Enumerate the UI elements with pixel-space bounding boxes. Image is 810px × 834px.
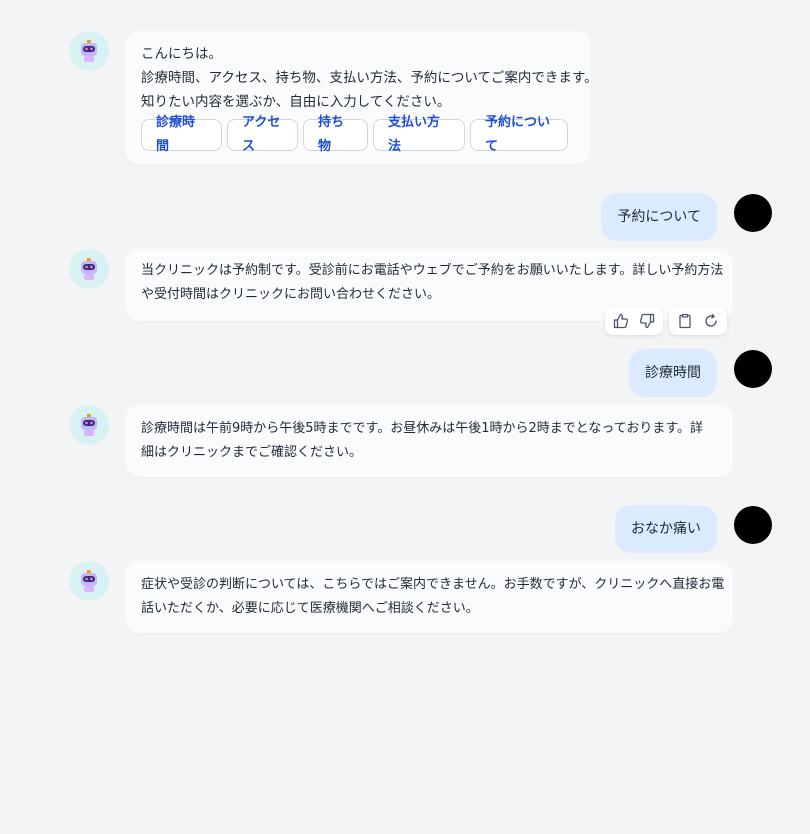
user-message: 診療時間: [629, 349, 717, 397]
message-line: こんにちは。: [141, 46, 222, 62]
user-avatar: [734, 194, 772, 232]
user-avatar: [734, 506, 772, 544]
quick-reply-payment[interactable]: 支払い方法: [373, 115, 465, 154]
bot-message: 診療時間は午前9時から午後5時までです。お昼休みは午後1時から2時までとなってお…: [125, 405, 733, 477]
thumbs-up-icon[interactable]: [611, 311, 631, 331]
message-line: 診療時間、アクセス、持ち物、支払い方法、予約についてご案内できます。: [141, 70, 598, 86]
quick-replies: 診療時間 アクセス 持ち物 支払い方法 予約について: [141, 115, 575, 154]
robot-icon: [81, 414, 97, 436]
bot-message: こんにちは。 診療時間、アクセス、持ち物、支払い方法、予約についてご案内できます…: [125, 31, 598, 164]
regenerate-icon[interactable]: [701, 311, 721, 331]
user-avatar: [734, 350, 772, 388]
copy-icon[interactable]: [675, 311, 695, 331]
quick-reply-belongings[interactable]: 持ち物: [303, 115, 368, 154]
user-message: おなか痛い: [615, 505, 717, 553]
robot-icon: [81, 258, 97, 280]
message-tools: [669, 307, 727, 335]
bot-avatar: [69, 31, 109, 71]
quick-reply-reservation[interactable]: 予約について: [470, 115, 568, 154]
user-message: 予約について: [601, 193, 717, 241]
bot-message: 症状や受診の判断については、こちらではご案内できません。お手数ですが、クリニック…: [125, 561, 733, 633]
quick-reply-hours[interactable]: 診療時間: [141, 115, 222, 154]
message-line: や受付時間はクリニックにお問い合わせください。: [141, 287, 441, 302]
quick-reply-access[interactable]: アクセス: [227, 115, 298, 154]
robot-icon: [81, 40, 97, 62]
message-line: 症状や受診の判断については、こちらではご案内できません。お手数ですが、クリニック…: [141, 577, 725, 592]
robot-icon: [81, 570, 97, 592]
message-line: 診療時間は午前9時から午後5時までです。お昼休みは午後1時から2時までとなってお…: [141, 421, 704, 436]
bot-avatar: [69, 561, 109, 601]
message-line: 当クリニックは予約制です。受診前にお電話やウェブでご予約をお願いいたします。詳し…: [141, 263, 724, 278]
message-line: 細はクリニックまでご確認ください。: [141, 445, 363, 460]
bot-avatar: [69, 405, 109, 445]
bot-avatar: [69, 249, 109, 289]
thumbs-down-icon[interactable]: [637, 311, 657, 331]
message-line: 話いただくか、必要に応じて医療機関へご相談ください。: [141, 601, 479, 616]
feedback-actions: [605, 307, 663, 335]
